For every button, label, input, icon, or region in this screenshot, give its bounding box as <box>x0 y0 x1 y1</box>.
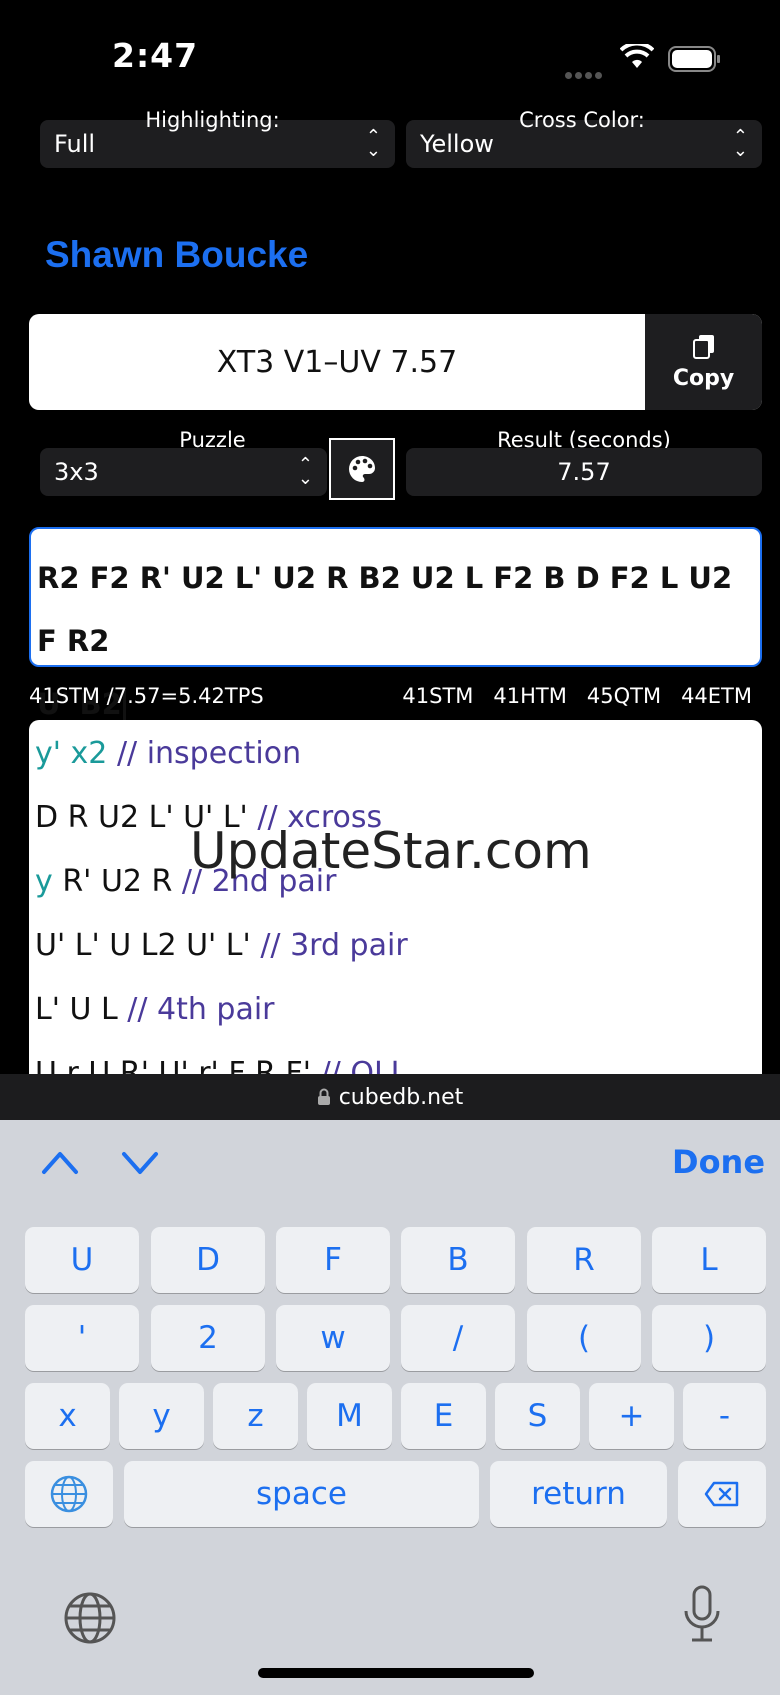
key-f[interactable]: F <box>276 1227 390 1293</box>
key-e[interactable]: E <box>401 1383 486 1449</box>
solution-line: y' x2 // inspection <box>35 736 301 771</box>
copy-icon <box>692 334 714 359</box>
url-bar[interactable]: cubedb.net <box>0 1074 780 1120</box>
lock-icon <box>317 1088 330 1105</box>
key-l[interactable]: L <box>652 1227 766 1293</box>
backspace-key[interactable] <box>678 1461 766 1527</box>
moves-text: R' U2 R <box>62 864 173 899</box>
moves-text: L' U L <box>35 992 118 1027</box>
comment-text: // 4th pair <box>127 992 275 1027</box>
htm-stat: 41HTM <box>493 684 567 708</box>
select-chevron-icon: ⌃ ⌄ <box>365 126 381 161</box>
watermark: UpdateStar.com <box>190 822 592 880</box>
select-chevron-icon: ⌃ ⌄ <box>297 454 313 489</box>
key-x[interactable]: x <box>25 1383 110 1449</box>
space-key[interactable]: space <box>124 1461 479 1527</box>
cellular-signal-icon <box>565 64 607 79</box>
move-metrics: 41STM 41HTM 45QTM 44ETM <box>402 684 752 708</box>
done-button[interactable]: Done <box>672 1143 765 1181</box>
backspace-icon <box>704 1481 739 1507</box>
title-box: XT3 V1–UV 7.57 Copy <box>29 314 762 410</box>
key-s[interactable]: S <box>495 1383 580 1449</box>
solution-line: U r U R' U' r' F R F' // OLL <box>35 1056 407 1074</box>
copy-button[interactable]: Copy <box>645 314 762 410</box>
scramble-line-1: R2 F2 R' U2 L' U2 R B2 U2 L F2 B D F2 L … <box>37 561 733 658</box>
highlighting-label: Highlighting: <box>145 108 280 132</box>
keyboard-switch-globe-icon[interactable] <box>62 1590 118 1650</box>
tps-stat: 41STM /7.57=5.42TPS <box>29 684 264 708</box>
palette-icon <box>349 456 375 482</box>
key-d[interactable]: D <box>151 1227 265 1293</box>
scramble-input[interactable]: R2 F2 R' U2 L' U2 R B2 U2 L F2 B D F2 L … <box>29 527 762 722</box>
chevron-up-icon <box>42 1152 78 1174</box>
key-minus[interactable]: - <box>683 1383 766 1449</box>
copy-label: Copy <box>672 365 735 391</box>
microphone-icon[interactable] <box>682 1585 722 1649</box>
key-prime[interactable]: ' <box>25 1305 139 1371</box>
key-slash[interactable]: / <box>401 1305 515 1371</box>
battery-icon <box>668 46 720 72</box>
key-z[interactable]: z <box>213 1383 298 1449</box>
qtm-stat: 45QTM <box>586 684 662 708</box>
key-open-paren[interactable]: ( <box>527 1305 641 1371</box>
key-w[interactable]: w <box>276 1305 390 1371</box>
previous-field-button[interactable] <box>40 1148 80 1180</box>
home-indicator <box>258 1668 534 1678</box>
key-close-paren[interactable]: ) <box>652 1305 766 1371</box>
globe-icon <box>50 1475 88 1513</box>
url-text: cubedb.net <box>338 1084 464 1110</box>
etm-stat: 44ETM <box>681 684 752 708</box>
select-chevron-icon: ⌃ ⌄ <box>732 126 748 161</box>
palette-button[interactable] <box>329 438 395 500</box>
user-name-link[interactable]: Shawn Boucke <box>45 234 308 276</box>
stm-stat: 41STM <box>402 684 474 708</box>
cross-color-label: Cross Color: <box>519 108 645 132</box>
key-r[interactable]: R <box>527 1227 641 1293</box>
highlighting-value: Full <box>54 130 96 158</box>
cross-color-value: Yellow <box>420 130 494 158</box>
puzzle-select[interactable]: 3x3 ⌃ ⌄ <box>40 448 327 496</box>
wifi-icon <box>619 41 655 74</box>
key-plus[interactable]: + <box>589 1383 674 1449</box>
next-field-button[interactable] <box>120 1148 160 1180</box>
key-m[interactable]: M <box>307 1383 392 1449</box>
emoji-globe-key[interactable] <box>25 1461 113 1527</box>
comment-text: // OLL <box>320 1056 408 1074</box>
result-input[interactable]: 7.57 <box>406 448 762 496</box>
key-u[interactable]: U <box>25 1227 139 1293</box>
key-2[interactable]: 2 <box>151 1305 265 1371</box>
comment-text: // 3rd pair <box>260 928 408 963</box>
moves-text: U' L' U L2 U' L' <box>35 928 251 963</box>
return-key[interactable]: return <box>490 1461 667 1527</box>
key-y[interactable]: y <box>119 1383 204 1449</box>
status-time: 2:47 <box>112 36 199 75</box>
solve-title-field[interactable]: XT3 V1–UV 7.57 <box>29 314 645 410</box>
solution-input[interactable]: y' x2 // inspection D R U2 L' U' L' // x… <box>29 720 762 1074</box>
rotation-text: y' x2 <box>35 736 108 771</box>
moves-text: U r U R' U' r' F R F' <box>35 1056 312 1074</box>
keyboard-accessory-bar <box>0 1120 780 1206</box>
rotation-text: y <box>35 864 53 899</box>
chevron-down-icon <box>122 1152 158 1174</box>
puzzle-value: 3x3 <box>54 458 99 486</box>
key-b[interactable]: B <box>401 1227 515 1293</box>
solution-line: L' U L // 4th pair <box>35 992 275 1027</box>
solution-line: U' L' U L2 U' L' // 3rd pair <box>35 928 408 963</box>
comment-text: // inspection <box>116 736 302 771</box>
